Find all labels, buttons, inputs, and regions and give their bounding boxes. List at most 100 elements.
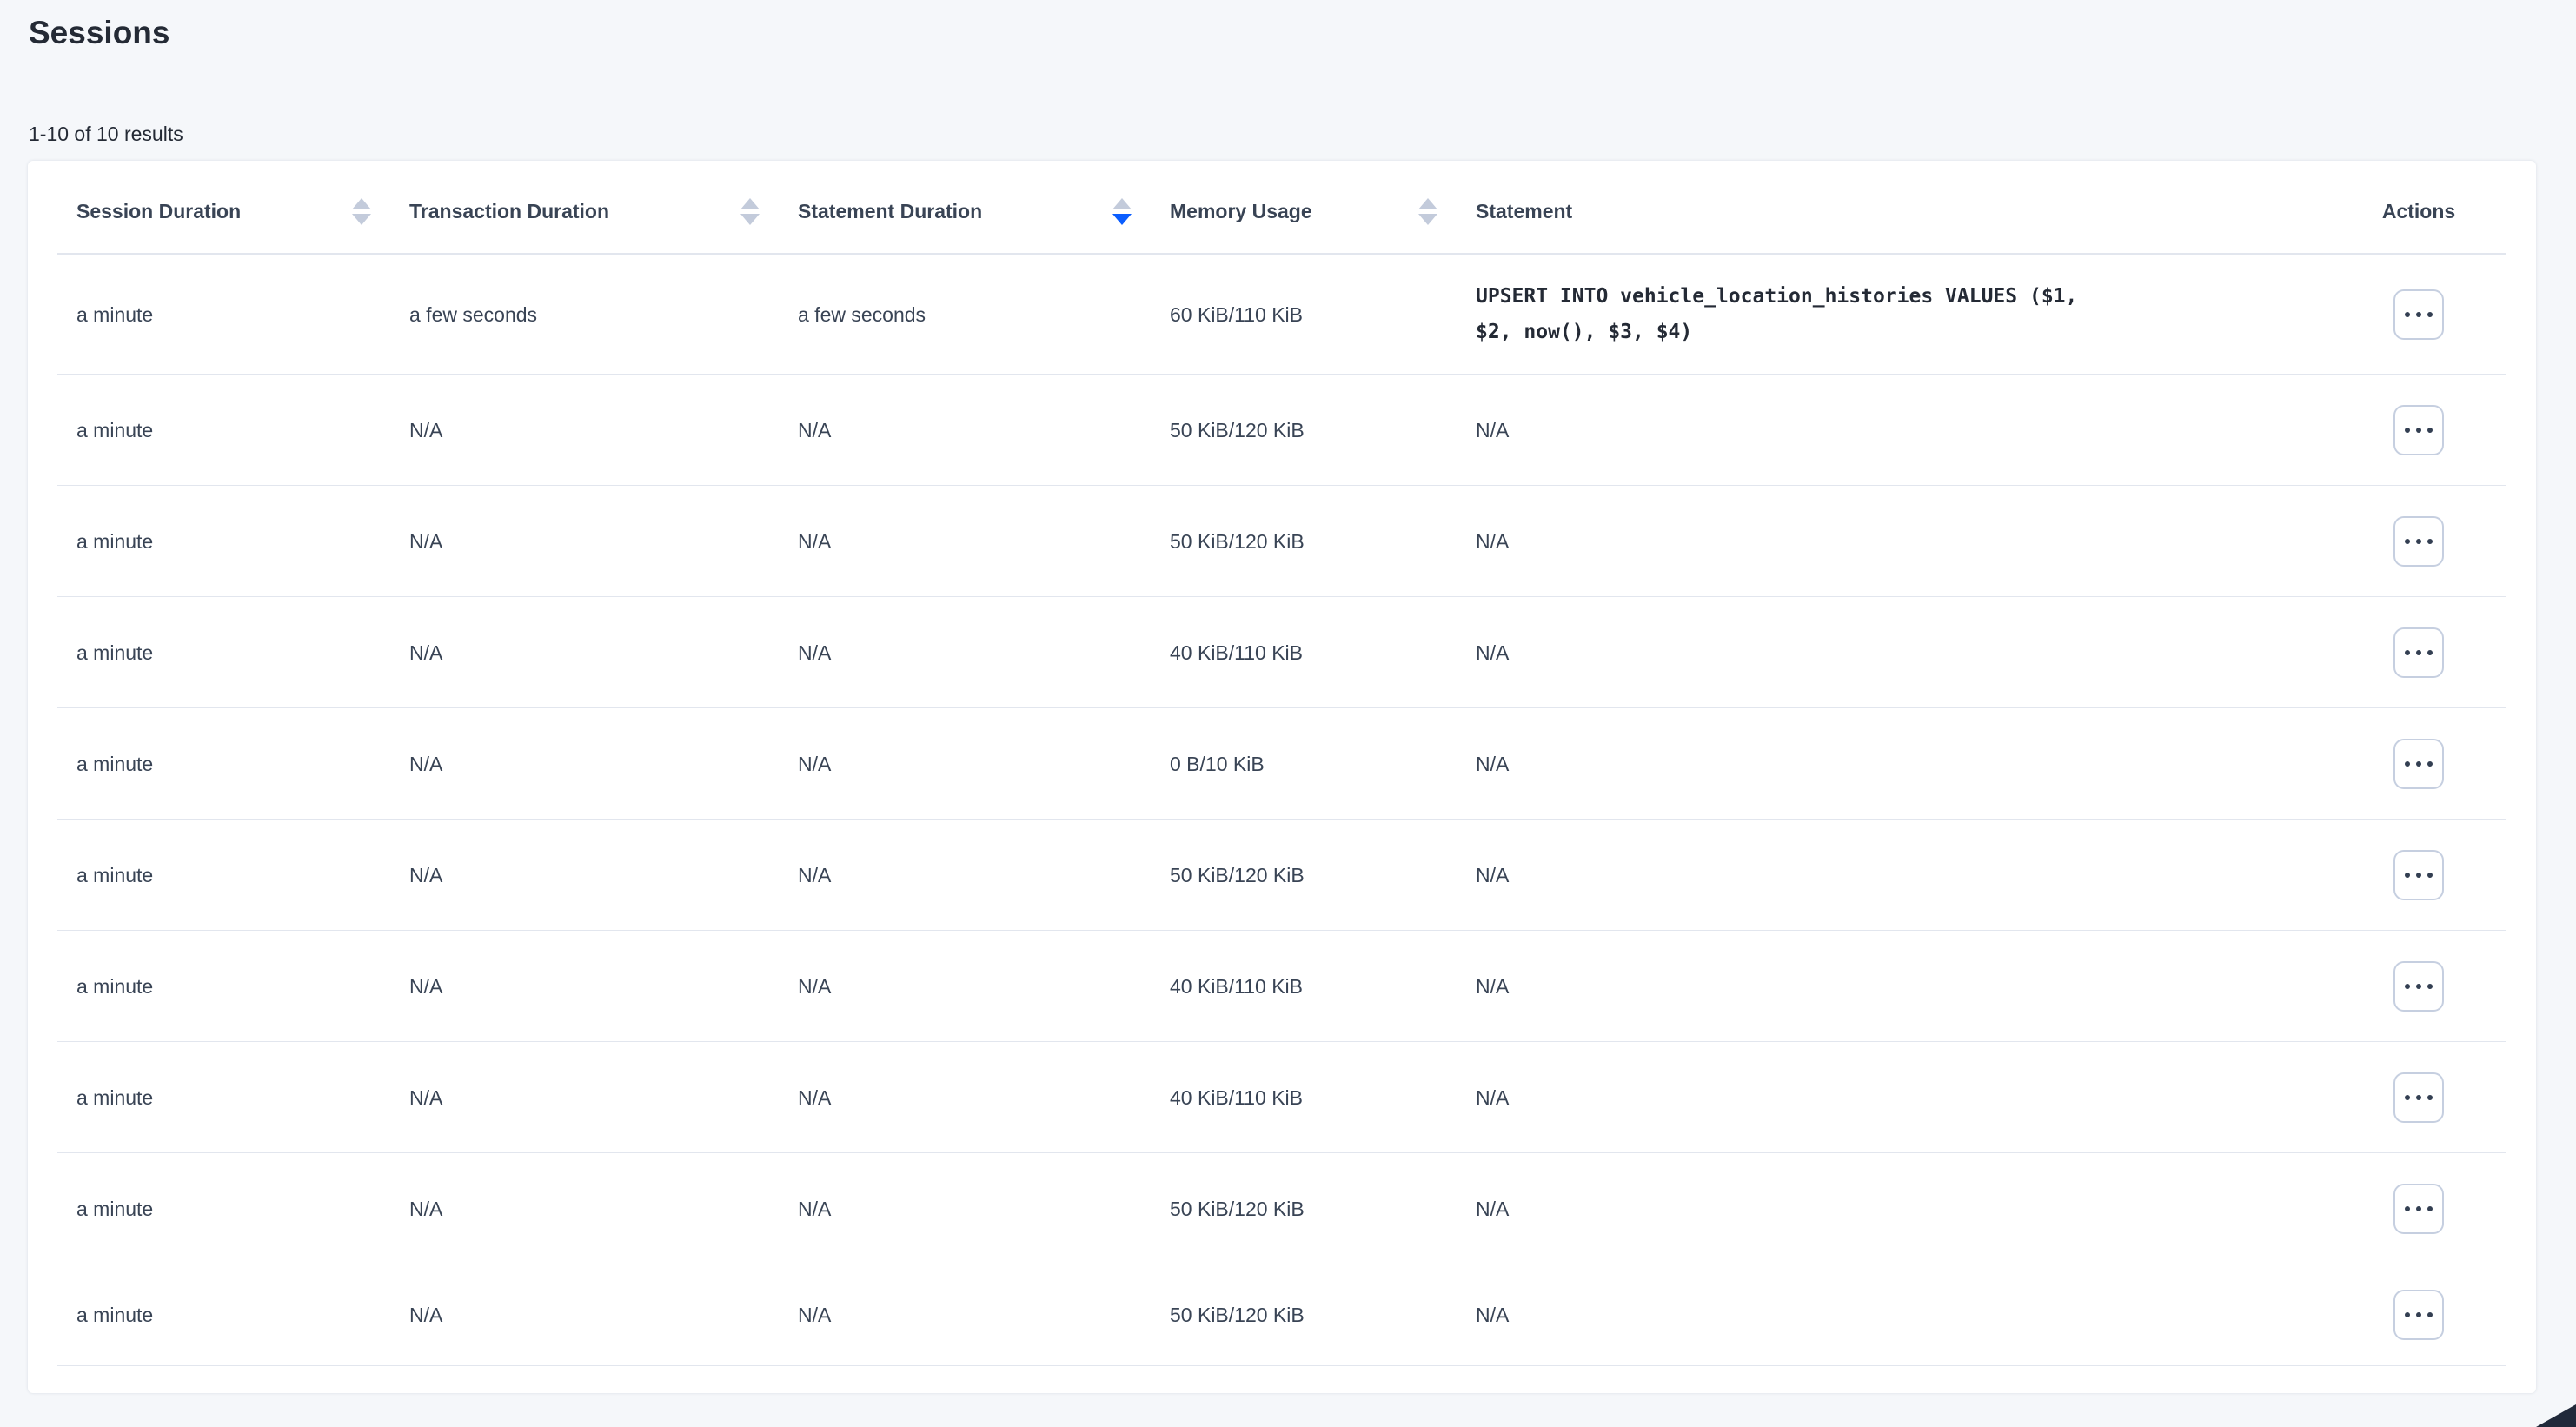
cell-statement-duration: N/A (779, 862, 1151, 888)
table-row: a minute N/A N/A 50 KiB/120 KiB N/A (57, 486, 2506, 597)
cell-transaction-duration: a few seconds (390, 302, 779, 328)
column-header-actions: Actions (2334, 200, 2503, 223)
table-body: a minute a few seconds a few seconds 60 … (57, 255, 2506, 1366)
cell-transaction-duration: N/A (390, 1302, 779, 1328)
cell-actions (2334, 405, 2503, 455)
column-header-session-duration[interactable]: Session Duration (57, 198, 390, 225)
table-row: a minute N/A N/A 50 KiB/120 KiB N/A (57, 820, 2506, 931)
cell-actions (2334, 961, 2503, 1012)
ellipsis-icon (2405, 761, 2433, 767)
cell-transaction-duration: N/A (390, 751, 779, 777)
cell-statement-duration: N/A (779, 751, 1151, 777)
sort-icon-active-desc (1112, 198, 1132, 225)
cell-session-duration: a minute (57, 528, 390, 554)
cell-transaction-duration: N/A (390, 1196, 779, 1222)
ellipsis-icon (2405, 984, 2433, 989)
cell-statement-duration: N/A (779, 1085, 1151, 1111)
cell-statement: N/A (1457, 973, 2334, 999)
table-row: a minute N/A N/A 0 B/10 KiB N/A (57, 708, 2506, 820)
ellipsis-icon (2405, 1095, 2433, 1100)
cell-transaction-duration: N/A (390, 973, 779, 999)
ellipsis-icon (2405, 1206, 2433, 1211)
cell-session-duration: a minute (57, 973, 390, 999)
results-count: 1-10 of 10 results (29, 122, 2576, 146)
column-header-label: Transaction Duration (409, 200, 609, 223)
cell-statement-duration: a few seconds (779, 302, 1151, 328)
cell-session-duration: a minute (57, 1196, 390, 1222)
cell-session-duration: a minute (57, 862, 390, 888)
cell-statement: UPSERT INTO vehicle_location_histories V… (1457, 279, 2334, 350)
cell-memory-usage: 50 KiB/120 KiB (1151, 417, 1457, 443)
cell-transaction-duration: N/A (390, 640, 779, 666)
ellipsis-icon (2405, 428, 2433, 433)
cell-statement-duration: N/A (779, 640, 1151, 666)
ellipsis-icon (2405, 1312, 2433, 1317)
cell-statement: N/A (1457, 1302, 2334, 1328)
table-row: a minute N/A N/A 40 KiB/110 KiB N/A (57, 1042, 2506, 1153)
sessions-table: Session Duration Transaction Duration St… (28, 161, 2536, 1393)
column-header-label: Actions (2382, 200, 2455, 223)
table-row: a minute a few seconds a few seconds 60 … (57, 255, 2506, 375)
ellipsis-icon (2405, 650, 2433, 655)
table-header-row: Session Duration Transaction Duration St… (57, 161, 2506, 255)
cell-memory-usage: 40 KiB/110 KiB (1151, 640, 1457, 666)
cell-session-duration: a minute (57, 751, 390, 777)
column-header-statement-duration[interactable]: Statement Duration (779, 198, 1151, 225)
cell-actions (2334, 516, 2503, 567)
cell-statement: N/A (1457, 751, 2334, 777)
session-actions-button[interactable] (2393, 627, 2444, 678)
cell-actions (2334, 1184, 2503, 1234)
column-header-label: Statement Duration (798, 200, 982, 223)
session-actions-button[interactable] (2393, 850, 2444, 900)
ellipsis-icon (2405, 539, 2433, 544)
cell-actions (2334, 627, 2503, 678)
sessions-page: Sessions 1-10 of 10 results Session Dura… (0, 0, 2576, 1427)
cell-memory-usage: 60 KiB/110 KiB (1151, 302, 1457, 328)
cell-memory-usage: 0 B/10 KiB (1151, 751, 1457, 777)
session-actions-button[interactable] (2393, 289, 2444, 340)
cell-transaction-duration: N/A (390, 417, 779, 443)
cell-statement: N/A (1457, 1085, 2334, 1111)
column-header-label: Statement (1476, 200, 1572, 223)
session-actions-button[interactable] (2393, 1290, 2444, 1340)
cell-statement: N/A (1457, 640, 2334, 666)
cell-statement-duration: N/A (779, 528, 1151, 554)
cell-session-duration: a minute (57, 417, 390, 443)
table-row: a minute N/A N/A 50 KiB/120 KiB N/A (57, 1264, 2506, 1366)
table-row: a minute N/A N/A 50 KiB/120 KiB N/A (57, 1153, 2506, 1264)
page-title: Sessions (0, 0, 2576, 54)
sort-icon (352, 198, 371, 225)
session-actions-button[interactable] (2393, 1184, 2444, 1234)
cell-statement: N/A (1457, 528, 2334, 554)
session-actions-button[interactable] (2393, 405, 2444, 455)
cell-statement: N/A (1457, 862, 2334, 888)
column-header-memory-usage[interactable]: Memory Usage (1151, 198, 1457, 225)
sort-icon (1418, 198, 1437, 225)
ellipsis-icon (2405, 873, 2433, 878)
cell-session-duration: a minute (57, 1085, 390, 1111)
table-row: a minute N/A N/A 40 KiB/110 KiB N/A (57, 931, 2506, 1042)
session-actions-button[interactable] (2393, 516, 2444, 567)
session-actions-button[interactable] (2393, 739, 2444, 789)
cell-actions (2334, 850, 2503, 900)
cell-actions (2334, 289, 2503, 340)
ellipsis-icon (2405, 312, 2433, 317)
column-header-label: Memory Usage (1170, 200, 1312, 223)
cell-memory-usage: 50 KiB/120 KiB (1151, 528, 1457, 554)
cell-session-duration: a minute (57, 302, 390, 328)
column-header-transaction-duration[interactable]: Transaction Duration (390, 198, 779, 225)
session-actions-button[interactable] (2393, 1072, 2444, 1123)
cell-session-duration: a minute (57, 1302, 390, 1328)
cell-statement: N/A (1457, 417, 2334, 443)
cell-memory-usage: 40 KiB/110 KiB (1151, 973, 1457, 999)
cell-statement-duration: N/A (779, 1196, 1151, 1222)
cell-actions (2334, 739, 2503, 789)
session-actions-button[interactable] (2393, 961, 2444, 1012)
cell-memory-usage: 50 KiB/120 KiB (1151, 1196, 1457, 1222)
cell-transaction-duration: N/A (390, 528, 779, 554)
column-header-statement: Statement (1457, 200, 2334, 223)
table-row: a minute N/A N/A 50 KiB/120 KiB N/A (57, 375, 2506, 486)
sort-icon (740, 198, 760, 225)
cell-statement: N/A (1457, 1196, 2334, 1222)
cell-statement-duration: N/A (779, 973, 1151, 999)
